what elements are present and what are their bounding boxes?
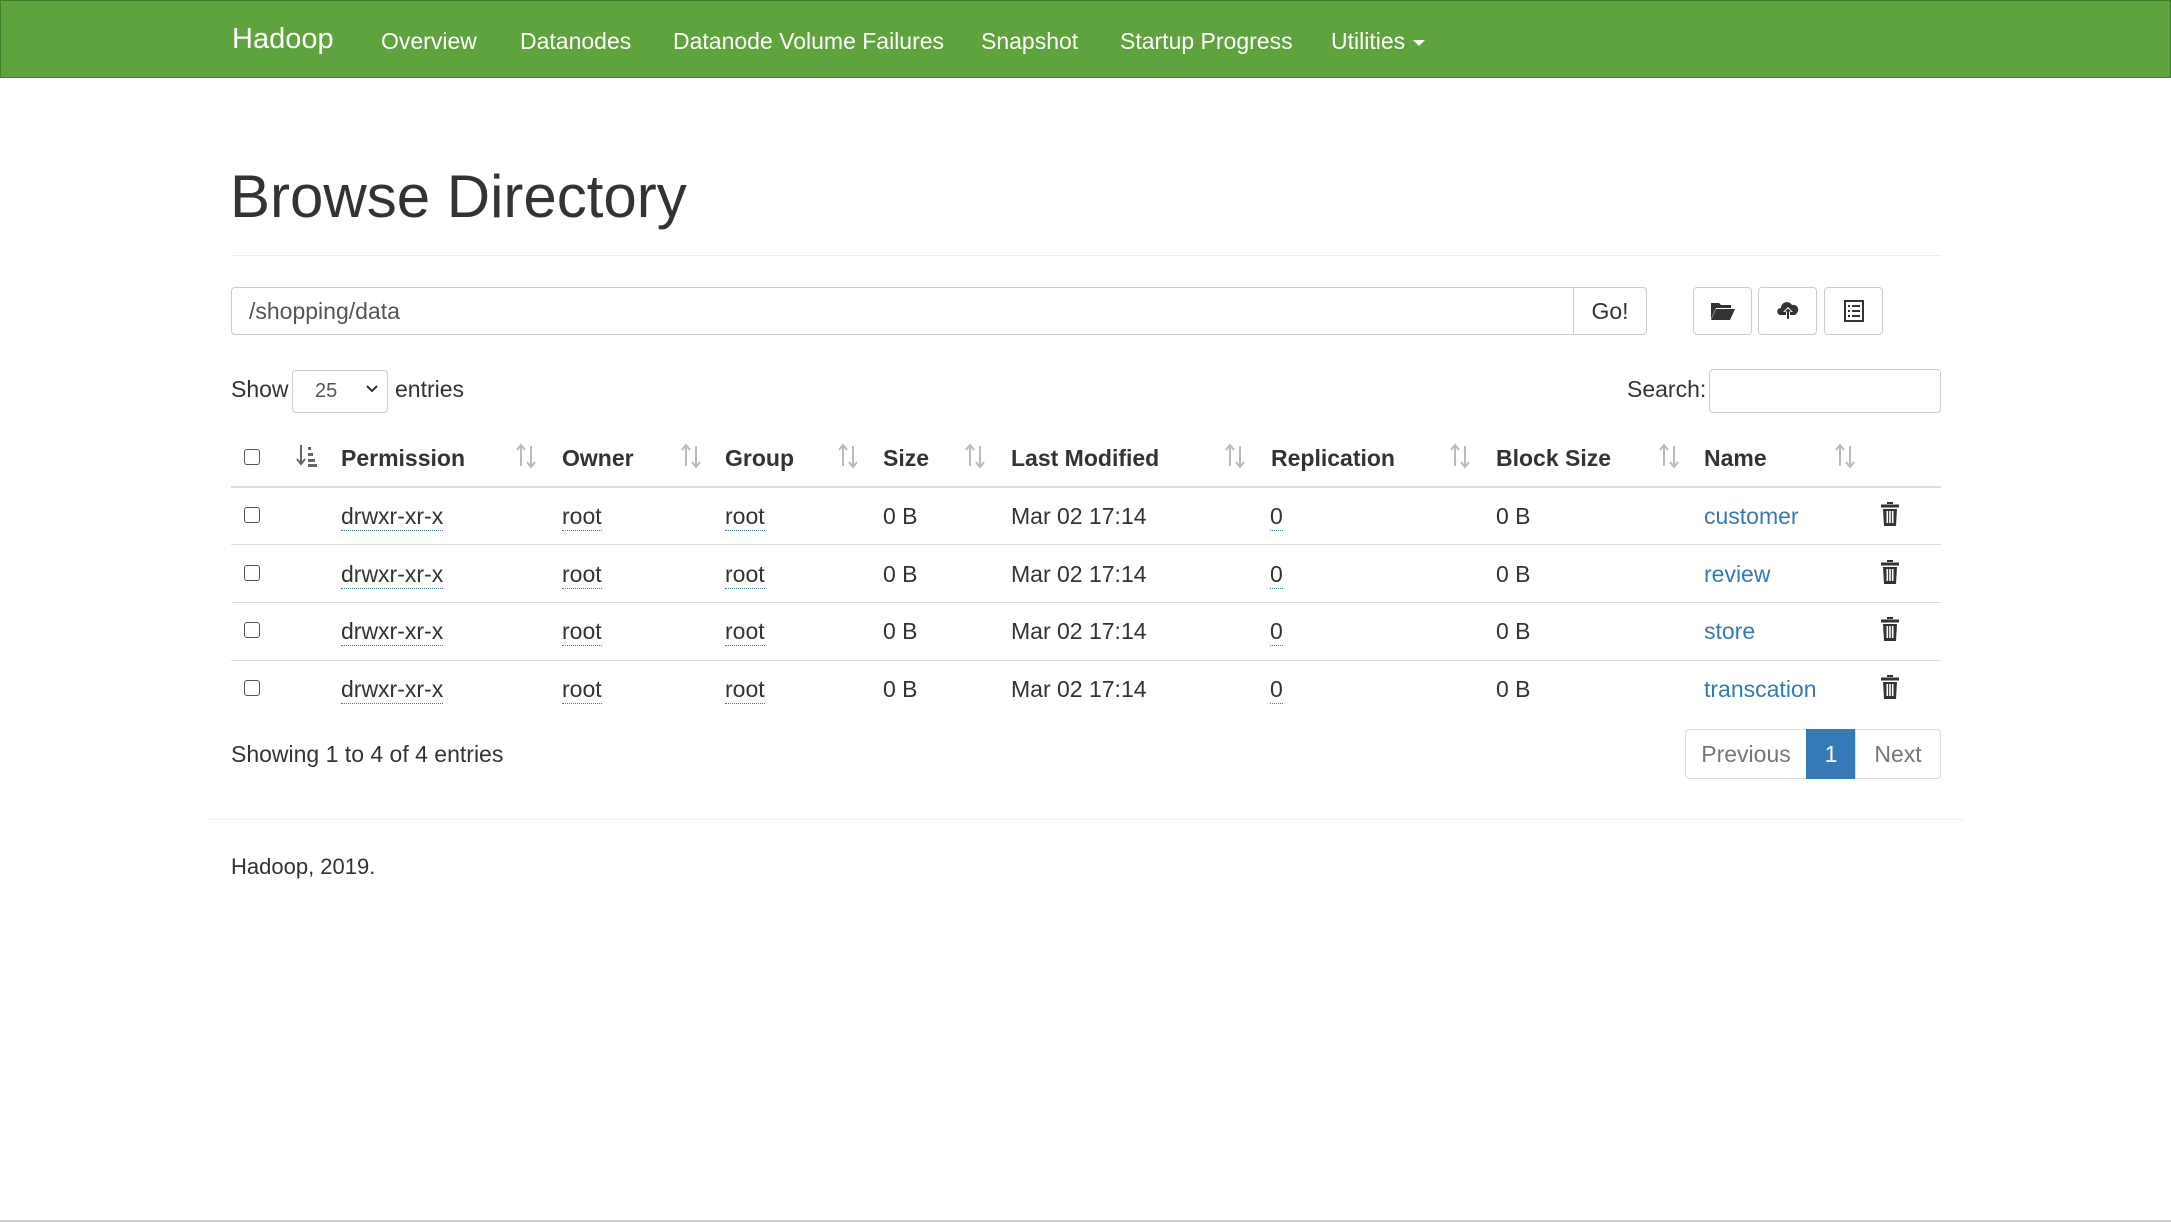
- directory-link[interactable]: store: [1704, 618, 1755, 645]
- trash-icon[interactable]: [1880, 560, 1900, 584]
- sort-icon[interactable]: [680, 443, 702, 469]
- top-navbar: Hadoop Overview Datanodes Datanode Volum…: [0, 0, 2171, 78]
- cut-paste-button[interactable]: [1824, 287, 1883, 335]
- trash-icon[interactable]: [1880, 502, 1900, 526]
- window-bottom-border: [0, 1220, 2171, 1222]
- owner-cell: root: [562, 618, 602, 646]
- block-size-cell: 0 B: [1496, 618, 1531, 644]
- sort-icon[interactable]: [964, 443, 986, 469]
- column-header-size[interactable]: Size: [883, 445, 929, 472]
- caret-down-icon: [1413, 39, 1426, 46]
- nav-utilities-label: Utilities: [1331, 28, 1406, 54]
- create-directory-button[interactable]: [1693, 287, 1752, 335]
- size-cell: 0 B: [883, 618, 918, 644]
- size-cell: 0 B: [883, 676, 918, 702]
- next-page-button[interactable]: Next: [1855, 729, 1941, 779]
- upload-files-button[interactable]: [1758, 287, 1817, 335]
- trash-icon[interactable]: [1880, 675, 1900, 699]
- table-info: Showing 1 to 4 of 4 entries: [231, 741, 504, 767]
- last-modified-cell: Mar 02 17:14: [1011, 676, 1147, 702]
- group-cell: root: [725, 503, 765, 531]
- directory-link[interactable]: customer: [1704, 503, 1799, 530]
- nav-utilities-dropdown[interactable]: Utilities: [1331, 28, 1426, 55]
- row-divider: [231, 660, 1941, 661]
- column-header-last-modified[interactable]: Last Modified: [1011, 445, 1159, 472]
- last-modified-cell: Mar 02 17:14: [1011, 503, 1147, 529]
- owner-cell: root: [562, 676, 602, 704]
- row-divider: [231, 602, 1941, 603]
- select-all-checkbox[interactable]: [244, 449, 260, 465]
- column-header-permission[interactable]: Permission: [341, 445, 465, 472]
- row-checkbox[interactable]: [244, 622, 260, 638]
- permission-cell[interactable]: drwxr-xr-x: [341, 503, 444, 531]
- nav-datanode-volume-failures[interactable]: Datanode Volume Failures: [673, 28, 944, 55]
- column-header-owner[interactable]: Owner: [562, 445, 634, 472]
- column-header-replication[interactable]: Replication: [1271, 445, 1395, 472]
- chevron-down-icon: [366, 385, 378, 393]
- directory-path-input[interactable]: [231, 287, 1574, 335]
- entries-label: entries: [395, 376, 465, 402]
- sort-icon[interactable]: [1449, 443, 1471, 469]
- show-label: Show: [231, 376, 289, 402]
- permission-cell[interactable]: drwxr-xr-x: [341, 618, 444, 646]
- size-cell: 0 B: [883, 503, 918, 529]
- block-size-cell: 0 B: [1496, 561, 1531, 587]
- upload-cloud-icon: [1776, 302, 1798, 320]
- sort-icon[interactable]: [1658, 443, 1680, 469]
- brand-link[interactable]: Hadoop: [232, 23, 334, 56]
- sort-icon[interactable]: [515, 443, 537, 469]
- replication-cell[interactable]: 0: [1270, 676, 1283, 704]
- previous-page-button[interactable]: Previous: [1685, 729, 1807, 779]
- owner-cell: root: [562, 503, 602, 531]
- sort-ascending-icon[interactable]: [296, 443, 318, 469]
- permission-cell[interactable]: drwxr-xr-x: [341, 561, 444, 589]
- directory-link[interactable]: review: [1704, 561, 1770, 588]
- group-cell: root: [725, 618, 765, 646]
- last-modified-cell: Mar 02 17:14: [1011, 561, 1147, 587]
- nav-overview[interactable]: Overview: [381, 28, 477, 55]
- footer-text: Hadoop, 2019.: [231, 854, 376, 879]
- search-input[interactable]: [1709, 369, 1941, 413]
- sort-icon[interactable]: [1224, 443, 1246, 469]
- column-header-group[interactable]: Group: [725, 445, 794, 472]
- nav-datanodes[interactable]: Datanodes: [520, 28, 631, 55]
- list-icon: [1843, 300, 1864, 322]
- page-1-button[interactable]: 1: [1806, 729, 1856, 779]
- nav-snapshot[interactable]: Snapshot: [981, 28, 1078, 55]
- column-header-block-size[interactable]: Block Size: [1496, 445, 1611, 472]
- replication-cell[interactable]: 0: [1270, 503, 1283, 531]
- row-checkbox[interactable]: [244, 507, 260, 523]
- last-modified-cell: Mar 02 17:14: [1011, 618, 1147, 644]
- page-length-select[interactable]: 25: [292, 370, 388, 413]
- footer-divider: [208, 819, 1963, 820]
- sort-icon[interactable]: [1834, 443, 1856, 469]
- row-checkbox[interactable]: [244, 680, 260, 696]
- block-size-cell: 0 B: [1496, 503, 1531, 529]
- row-checkbox[interactable]: [244, 565, 260, 581]
- group-cell: root: [725, 676, 765, 704]
- row-divider: [231, 544, 1941, 545]
- page-length-value: 25: [315, 380, 338, 402]
- replication-cell[interactable]: 0: [1270, 618, 1283, 646]
- group-cell: root: [725, 561, 765, 589]
- owner-cell: root: [562, 561, 602, 589]
- column-header-name[interactable]: Name: [1704, 445, 1767, 472]
- go-button[interactable]: Go!: [1573, 287, 1647, 335]
- search-label: Search:: [1627, 376, 1707, 402]
- open-folder-icon: [1710, 303, 1735, 320]
- page-title: Browse Directory: [230, 163, 687, 230]
- trash-icon[interactable]: [1880, 617, 1900, 641]
- size-cell: 0 B: [883, 561, 918, 587]
- directory-link[interactable]: transcation: [1704, 676, 1817, 703]
- replication-cell[interactable]: 0: [1270, 561, 1283, 589]
- table-header-divider: [231, 486, 1941, 488]
- permission-cell[interactable]: drwxr-xr-x: [341, 676, 444, 704]
- title-divider: [231, 255, 1941, 256]
- block-size-cell: 0 B: [1496, 676, 1531, 702]
- sort-icon[interactable]: [837, 443, 859, 469]
- nav-startup-progress[interactable]: Startup Progress: [1120, 28, 1293, 55]
